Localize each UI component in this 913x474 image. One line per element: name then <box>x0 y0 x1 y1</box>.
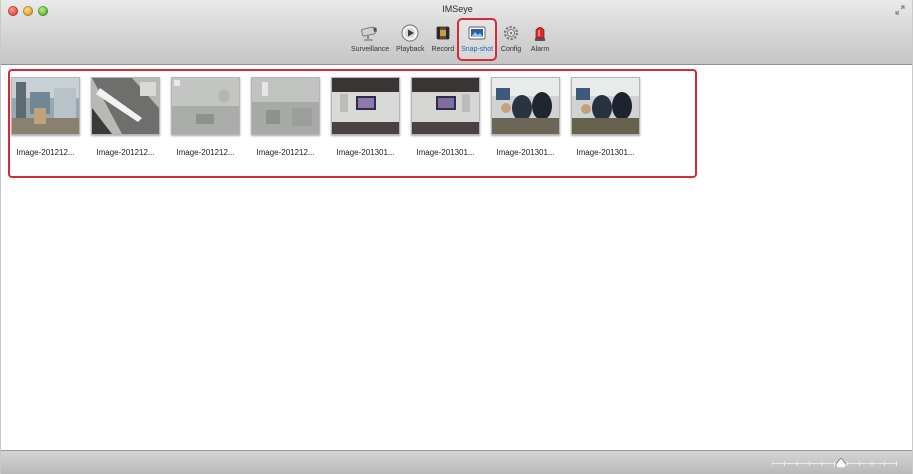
snapshot-item[interactable]: Image-201301... <box>571 77 640 157</box>
toolbar-label: Snap-shot <box>461 46 494 53</box>
snapshot-filename: Image-201301... <box>496 148 555 157</box>
toolbar-playback[interactable]: Playback <box>394 20 426 59</box>
toolbar-label: Record <box>431 46 455 53</box>
surveillance-camera-icon <box>361 26 378 41</box>
snapshot-thumbnail <box>331 77 400 135</box>
app-window: IMSeye Surveillance Playback Record Snap… <box>0 0 913 474</box>
toolbar-surveillance[interactable]: Surveillance <box>349 20 391 59</box>
toolbar-config[interactable]: Config <box>498 20 524 59</box>
snapshot-item[interactable]: Image-201212... <box>171 77 240 157</box>
bottom-bar <box>1 450 912 474</box>
snapshot-filename: Image-201212... <box>176 148 235 157</box>
snapshot-filename: Image-201301... <box>576 148 635 157</box>
snapshot-filename: Image-201212... <box>256 148 315 157</box>
snapshot-thumbnail <box>251 77 320 135</box>
toolbar-label: Alarm <box>530 46 550 53</box>
snapshot-item[interactable]: Image-201301... <box>491 77 560 157</box>
snapshot-item[interactable]: Image-201212... <box>91 77 160 157</box>
snapshot-filename: Image-201301... <box>416 148 475 157</box>
snapshot-thumbnail <box>171 77 240 135</box>
playback-icon <box>401 24 419 42</box>
snapshot-browser: Image-201212... Image-201212... Image-20… <box>1 65 912 451</box>
snapshot-item[interactable]: Image-201301... <box>411 77 480 157</box>
toolbar-snapshot[interactable]: Snap-shot <box>457 18 498 61</box>
slider-knob[interactable] <box>835 458 846 468</box>
snapshot-item[interactable]: Image-201212... <box>11 77 80 157</box>
snapshot-item[interactable]: Image-201301... <box>331 77 400 157</box>
snapshot-thumbnail <box>491 77 560 135</box>
fullscreen-icon[interactable] <box>895 5 905 15</box>
toolbar-label: Surveillance <box>351 46 390 53</box>
snapshot-item[interactable]: Image-201212... <box>251 77 320 157</box>
snapshot-filename: Image-201212... <box>96 148 155 157</box>
window-title: IMSeye <box>442 4 473 14</box>
alarm-siren-icon <box>535 27 546 41</box>
record-icon <box>436 26 450 40</box>
snapshot-thumbnail <box>411 77 480 135</box>
slider-ticks <box>772 461 897 466</box>
main-toolbar: Surveillance Playback Record Snap-shot C… <box>349 18 553 62</box>
snapshot-thumbnail <box>11 77 80 135</box>
snapshot-thumbnail <box>571 77 640 135</box>
snapshot-filename: Image-201212... <box>16 148 75 157</box>
snapshot-icon <box>468 26 486 40</box>
thumbnail-size-slider[interactable] <box>772 458 897 468</box>
toolbar-record[interactable]: Record <box>430 20 457 59</box>
config-gear-icon <box>503 25 519 41</box>
snapshot-thumbnail <box>91 77 160 135</box>
snapshot-filename: Image-201301... <box>336 148 395 157</box>
snapshot-grid: Image-201212... Image-201212... Image-20… <box>11 77 640 157</box>
toolbar-label: Config <box>500 46 522 53</box>
toolbar-alarm[interactable]: Alarm <box>527 20 553 59</box>
title-toolbar: IMSeye Surveillance Playback Record Snap… <box>1 0 912 65</box>
toolbar-label: Playback <box>396 46 425 53</box>
